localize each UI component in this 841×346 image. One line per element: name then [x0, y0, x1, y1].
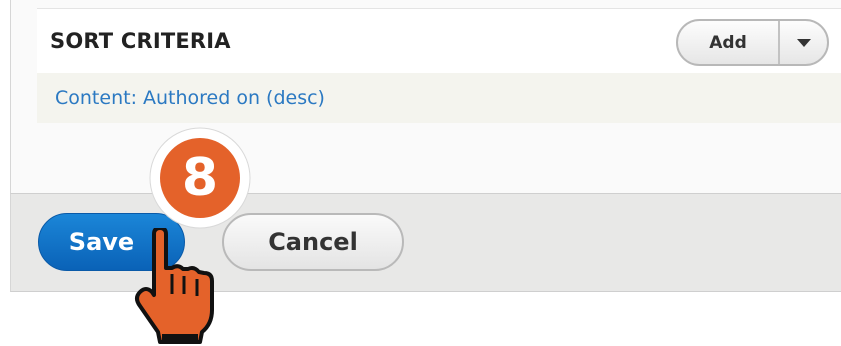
add-dropbutton: Add: [676, 19, 829, 66]
hand-pointer-icon: [135, 228, 214, 344]
sort-criteria-item: Content: Authored on (desc): [37, 73, 841, 123]
step-number: 8: [181, 148, 219, 208]
sort-criteria-link[interactable]: Content: Authored on (desc): [55, 87, 325, 109]
sort-criteria-section: SORT CRITERIA Add Content: Authored on (…: [37, 8, 841, 123]
sort-criteria-header: SORT CRITERIA Add: [37, 9, 841, 73]
add-button[interactable]: Add: [678, 21, 778, 64]
sort-criteria-title: SORT CRITERIA: [50, 29, 231, 53]
dropbutton-toggle[interactable]: [780, 21, 827, 64]
caret-down-icon: [796, 38, 811, 47]
